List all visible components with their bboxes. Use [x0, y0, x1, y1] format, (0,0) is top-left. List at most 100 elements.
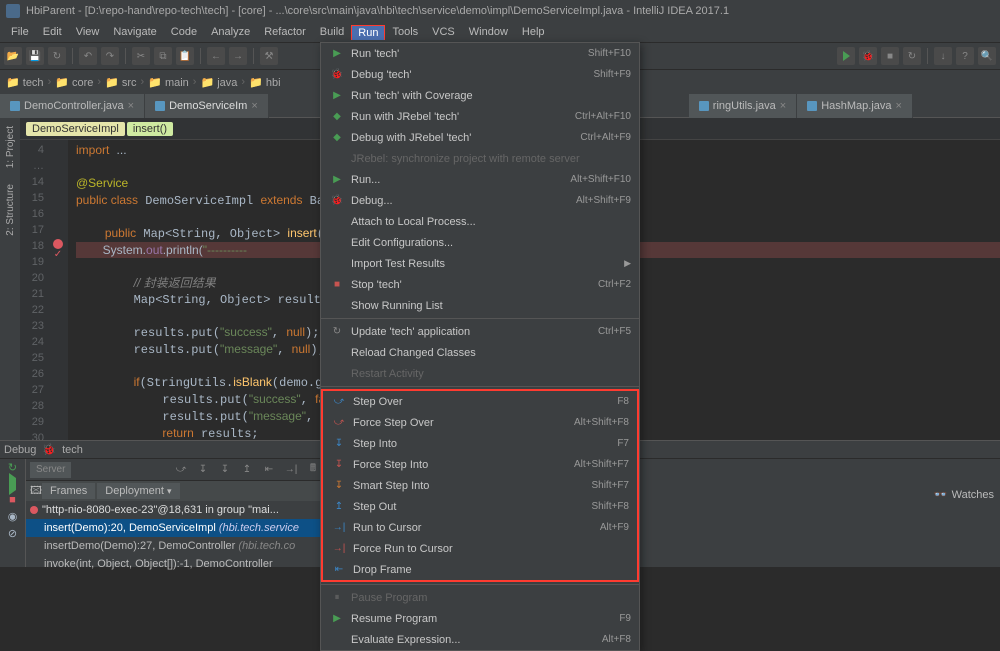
project-tool[interactable]: 1: Project — [5, 122, 16, 172]
nav-src[interactable]: 📁 src — [105, 76, 136, 89]
menubar[interactable]: FileEditViewNavigateCodeAnalyzeRefactorB… — [0, 22, 1000, 42]
menu-item-force-run-to-cursor[interactable]: →|Force Run to Cursor — [323, 538, 637, 559]
drop-frame-icon[interactable]: ⇤ — [261, 462, 277, 478]
menu-edit[interactable]: Edit — [36, 24, 69, 40]
back-icon[interactable]: ← — [207, 47, 225, 65]
breakpoint-mark[interactable]: ✓ — [48, 249, 68, 260]
menu-analyze[interactable]: Analyze — [204, 24, 257, 40]
step-out-icon[interactable]: ↥ — [239, 462, 255, 478]
menu-item-reload[interactable]: Reload Changed Classes — [321, 342, 639, 363]
menu-item-running-list[interactable]: Show Running List — [321, 295, 639, 316]
server-tab[interactable]: Server — [30, 462, 71, 478]
frame-row[interactable]: insertDemo(Demo):27, DemoController (hbi… — [26, 537, 325, 555]
menu-item-debug[interactable]: 🐞Debug...Alt+Shift+F9 — [321, 190, 639, 211]
step-into-icon[interactable]: ↧ — [195, 462, 211, 478]
gutter[interactable]: ✓ — [48, 140, 68, 440]
menu-item-run-tech[interactable]: ▶Run 'tech'Shift+F10 — [321, 43, 639, 64]
tab-ringUtils.java[interactable]: ringUtils.java× — [689, 94, 797, 118]
search-icon[interactable]: 🔍 — [978, 47, 996, 65]
menu-item-drop-frame[interactable]: ⇤Drop Frame — [323, 559, 637, 580]
menu-item-import-tests[interactable]: Import Test Results▶ — [321, 253, 639, 274]
menu-build[interactable]: Build — [313, 24, 351, 40]
close-icon[interactable]: × — [780, 100, 786, 112]
run-cursor-icon[interactable]: →| — [283, 462, 299, 478]
nav-java[interactable]: 📁 java — [200, 76, 237, 89]
menu-item-stop[interactable]: ■Stop 'tech'Ctrl+F2 — [321, 274, 639, 295]
vcs-icon[interactable]: ↓ — [934, 47, 952, 65]
menu-item-debug-jrebel[interactable]: ◆Debug with JRebel 'tech'Ctrl+Alt+F9 — [321, 127, 639, 148]
view-bp-icon[interactable]: ◉ — [8, 510, 18, 523]
undo-icon[interactable]: ↶ — [79, 47, 97, 65]
deploy-tab[interactable]: Deployment ▾ — [97, 483, 179, 499]
menu-item-force-step-into[interactable]: ↧Force Step IntoAlt+Shift+F7 — [323, 454, 637, 475]
menu-code[interactable]: Code — [164, 24, 204, 40]
run-menu: ▶Run 'tech'Shift+F10🐞Debug 'tech'Shift+F… — [320, 42, 640, 651]
menu-item-run[interactable]: ▶Run...Alt+Shift+F10 — [321, 169, 639, 190]
fwd-icon[interactable]: → — [229, 47, 247, 65]
menu-item-smart-step-into[interactable]: ↧Smart Step IntoShift+F7 — [323, 475, 637, 496]
close-icon[interactable]: × — [896, 100, 902, 112]
menu-item-evaluate[interactable]: Evaluate Expression...Alt+F8 — [321, 629, 639, 650]
menu-vcs[interactable]: VCS — [425, 24, 462, 40]
menu-item-edit-config[interactable]: Edit Configurations... — [321, 232, 639, 253]
step-over-icon[interactable]: ⤻ — [173, 462, 189, 478]
close-icon[interactable]: × — [251, 100, 257, 112]
thread-row[interactable]: "http-nio-8080-exec-23"@18,631 in group … — [26, 501, 325, 519]
menu-file[interactable]: File — [4, 24, 36, 40]
menu-tools[interactable]: Tools — [385, 24, 425, 40]
menu-item-update-app[interactable]: ↻Update 'tech' applicationCtrl+F5 — [321, 321, 639, 342]
tab-DemoServiceIm[interactable]: DemoServiceIm× — [145, 94, 269, 118]
cut-icon[interactable]: ✂ — [132, 47, 150, 65]
menu-item-step-out[interactable]: ↥Step OutShift+F8 — [323, 496, 637, 517]
save-icon[interactable]: 💾 — [26, 47, 44, 65]
refresh-icon[interactable]: ↻ — [48, 47, 66, 65]
run-icon: ▶ — [329, 173, 345, 187]
run-icon[interactable] — [837, 47, 855, 65]
mute-bp-icon[interactable]: ⊘ — [8, 527, 17, 540]
menu-window[interactable]: Window — [462, 24, 515, 40]
breadcrumb-method[interactable]: insert() — [127, 122, 173, 136]
close-icon[interactable]: × — [128, 100, 134, 112]
menu-item-run-jrebel[interactable]: ◆Run with JRebel 'tech'Ctrl+Alt+F10 — [321, 106, 639, 127]
tab-HashMap.java[interactable]: HashMap.java× — [797, 94, 913, 118]
frame-row[interactable]: insert(Demo):20, DemoServiceImpl (hbi.te… — [26, 519, 325, 537]
menu-item-step-into[interactable]: ↧Step IntoF7 — [323, 433, 637, 454]
resume-icon: ▶ — [329, 612, 345, 626]
frames-tab[interactable]: Frames — [42, 483, 95, 499]
update-icon[interactable]: ↻ — [903, 47, 921, 65]
menu-navigate[interactable]: Navigate — [106, 24, 163, 40]
menu-item-resume[interactable]: ▶Resume ProgramF9 — [321, 608, 639, 629]
redo-icon[interactable]: ↷ — [101, 47, 119, 65]
frame-row[interactable]: invoke(int, Object, Object[]):-1, DemoCo… — [26, 555, 325, 573]
build-icon[interactable]: ⚒ — [260, 47, 278, 65]
nav-main[interactable]: 📁 main — [148, 76, 189, 89]
nav-tech[interactable]: 📁 tech — [6, 76, 44, 89]
menu-item-step-over[interactable]: ⤻Step OverF8 — [323, 391, 637, 412]
breakpoint-icon[interactable] — [53, 239, 63, 249]
nav-core[interactable]: 📁 core — [55, 76, 93, 89]
paste-icon[interactable]: 📋 — [176, 47, 194, 65]
nav-hbi[interactable]: 📁 hbi — [249, 76, 280, 89]
structure-tool[interactable]: 2: Structure — [5, 180, 16, 240]
menu-view[interactable]: View — [69, 24, 107, 40]
debug-icon[interactable]: 🐞 — [859, 47, 877, 65]
tab-DemoController.java[interactable]: DemoController.java× — [0, 94, 145, 118]
stop-debug-icon[interactable]: ■ — [9, 494, 16, 506]
open-icon[interactable]: 📂 — [4, 47, 22, 65]
breadcrumb-class[interactable]: DemoServiceImpl — [26, 122, 125, 136]
help-icon[interactable]: ? — [956, 47, 974, 65]
watches-tab[interactable]: 👓 Watches — [934, 488, 994, 501]
menu-item-debug-tech[interactable]: 🐞Debug 'tech'Shift+F9 — [321, 64, 639, 85]
menu-refactor[interactable]: Refactor — [257, 24, 313, 40]
menu-item-run-to-cursor[interactable]: →|Run to CursorAlt+F9 — [323, 517, 637, 538]
resume-icon[interactable] — [9, 478, 16, 490]
menu-item-run-coverage[interactable]: ▶Run 'tech' with Coverage — [321, 85, 639, 106]
menu-run[interactable]: Run — [351, 25, 385, 40]
menu-item-attach[interactable]: Attach to Local Process... — [321, 211, 639, 232]
eval-icon[interactable]: 🖩 — [305, 462, 321, 478]
stop-icon[interactable]: ■ — [881, 47, 899, 65]
menu-help[interactable]: Help — [515, 24, 552, 40]
menu-item-force-step-over[interactable]: ⤻Force Step OverAlt+Shift+F8 — [323, 412, 637, 433]
force-step-icon[interactable]: ↧ — [217, 462, 233, 478]
copy-icon[interactable]: ⧉ — [154, 47, 172, 65]
